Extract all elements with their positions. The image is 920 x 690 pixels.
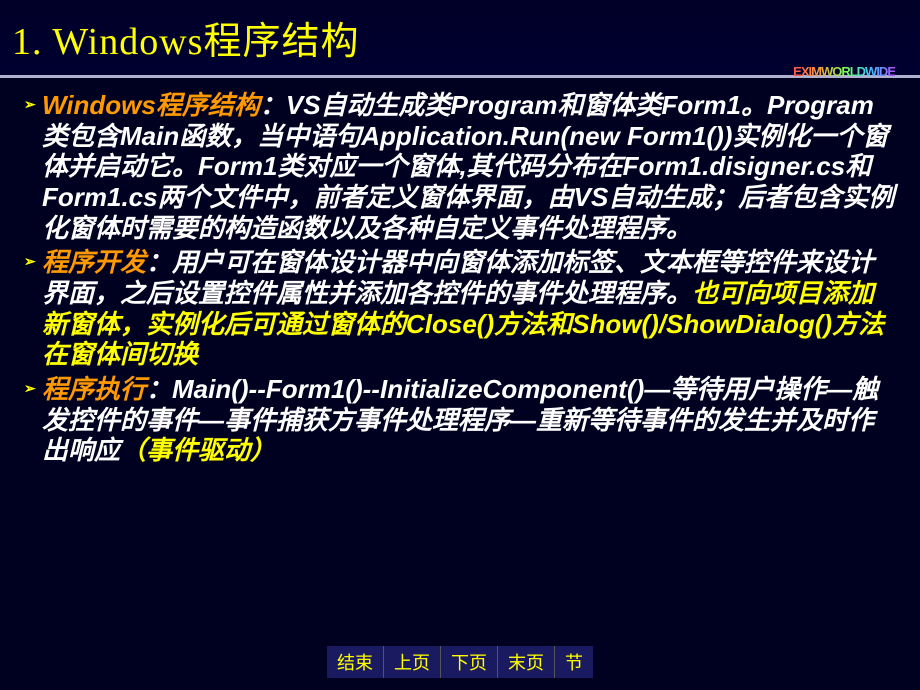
bullet-3: 程序执行：Main()--Form1()--InitializeComponen… [24,374,896,466]
bullet-3-heading: 程序执行 [42,374,146,404]
header-decoration: EXIMWORLDWIDE [793,64,895,79]
bullet-2: 程序开发：用户可在窗体设计器中向窗体添加标签、文本框等控件来设计界面，之后设置控… [24,247,896,370]
nav-last-button[interactable]: 末页 [498,646,555,678]
nav-end-button[interactable]: 结束 [327,646,384,678]
nav-bar: 结束 上页 下页 末页 节 [0,646,920,678]
bullet-1: Windows程序结构：VS自动生成类Program和窗体类Form1。Prog… [24,90,896,243]
slide-title: 1. Windows程序结构 [12,10,908,65]
title-area: 1. Windows程序结构 [0,0,920,78]
content-area: Windows程序结构：VS自动生成类Program和窗体类Form1。Prog… [0,78,920,466]
bullet-1-heading: Windows程序结构 [42,90,260,120]
nav-section-button[interactable]: 节 [555,646,593,678]
nav-inner: 结束 上页 下页 末页 节 [327,646,593,678]
slide: 1. Windows程序结构 EXIMWORLDWIDE Windows程序结构… [0,0,920,690]
nav-prev-button[interactable]: 上页 [384,646,441,678]
nav-next-button[interactable]: 下页 [441,646,498,678]
bullet-2-heading: 程序开发 [42,247,146,277]
bullet-3-highlight: （事件驱动） [120,435,276,465]
